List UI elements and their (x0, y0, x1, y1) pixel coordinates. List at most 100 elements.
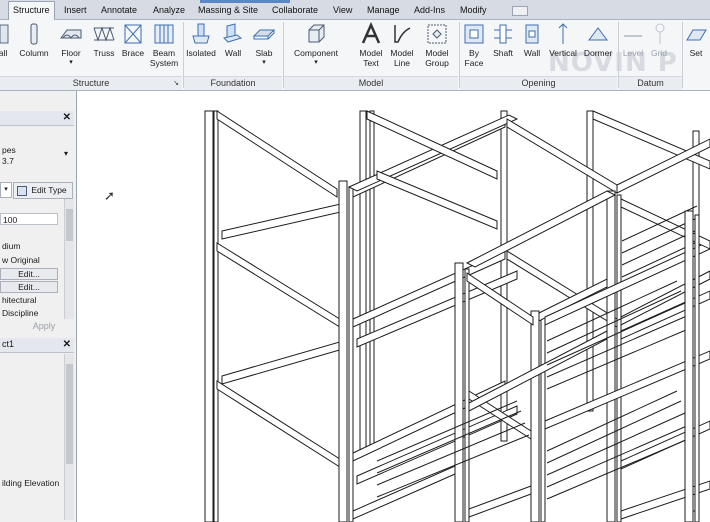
beam-system-button[interactable]: Beam System (147, 22, 181, 68)
model-text-icon (361, 22, 381, 44)
panel-model-label: Model (284, 76, 458, 90)
type-selector-line2: 3.7 (2, 156, 14, 166)
tab-insert[interactable]: Insert (60, 2, 91, 18)
model-line-button[interactable]: Model Line (388, 22, 416, 68)
model-line-label-2: Line (393, 58, 411, 68)
wall-label: all (0, 48, 8, 58)
by-face-label-2: Face (464, 58, 484, 68)
panel-separator (682, 22, 683, 88)
project-browser-header: ct1 ✕ (0, 338, 74, 353)
scrollbar-thumb[interactable] (66, 209, 73, 241)
component-button[interactable]: Component ▾ (288, 22, 344, 68)
tab-add-ins[interactable]: Add-Ins (410, 2, 449, 18)
edit-type-icon (17, 185, 27, 196)
floor-label: Floor (61, 48, 81, 58)
wall-icon (0, 24, 9, 44)
component-icon (308, 24, 325, 43)
model-group-icon (427, 24, 447, 44)
set-workplane-button[interactable]: Set (684, 22, 708, 58)
shaft-opening-button[interactable]: Shaft (490, 22, 516, 58)
column-label: Column (19, 48, 49, 58)
model-group-button[interactable]: Model Group (422, 22, 452, 68)
grid-button[interactable]: Grid (648, 22, 670, 58)
ribbon: NOVIN P all Column Floor ▾ Truss Brace B… (0, 20, 710, 91)
view-canvas[interactable]: ➚ (77, 91, 710, 522)
vertical-label: Vertical (549, 48, 577, 58)
level-button[interactable]: Level (620, 22, 646, 58)
slab-icon (252, 29, 276, 40)
visibility-graphics-edit-button[interactable]: Edit... (0, 268, 58, 280)
edit-type-button[interactable]: Edit Type (13, 182, 73, 199)
isolated-label: Isolated (186, 48, 216, 58)
panel-launcher-icon[interactable]: ↘ (173, 77, 179, 90)
model-group-label-1: Model (425, 48, 449, 58)
discipline-value[interactable]: hitectural (2, 295, 37, 305)
tab-annotate[interactable]: Annotate (97, 2, 141, 18)
wall-opening-label: Wall (523, 48, 541, 58)
left-pane: ✕ pes 3.7 ▾ ▾ Edit Type 100 dium w Origi… (0, 91, 77, 522)
model-line-icon (394, 25, 411, 43)
tab-collaborate[interactable]: Collaborate (268, 2, 322, 18)
ribbon-tab-bar: Structure Insert Annotate Analyze Massin… (0, 0, 710, 20)
close-icon[interactable]: ✕ (63, 112, 71, 123)
mouse-cursor-icon: ➚ (104, 188, 115, 203)
close-icon[interactable]: ✕ (63, 339, 71, 350)
tab-structure[interactable]: Structure (8, 1, 55, 20)
component-dropdown-icon[interactable]: ▾ (288, 58, 344, 68)
component-label: Component (294, 48, 338, 58)
tab-view[interactable]: View (329, 2, 356, 18)
type-selector-line1: pes (2, 145, 16, 155)
brace-button[interactable]: Brace (119, 22, 147, 58)
structural-frame-3d-view (204, 110, 710, 522)
opening-by-face-button[interactable]: By Face (461, 22, 487, 68)
grid-icon (655, 23, 665, 44)
scrollbar-thumb[interactable] (66, 364, 73, 464)
properties-header: ✕ (0, 111, 74, 126)
tab-modify[interactable]: Modify (456, 2, 491, 18)
project-browser-title: ct1 (2, 339, 15, 349)
panel-datum-label: Datum (619, 76, 682, 90)
model-group-label-2: Group (425, 58, 449, 68)
show-hidden-lines-value[interactable]: Discipline (2, 308, 38, 318)
isolated-button[interactable]: Isolated (184, 22, 218, 58)
brace-icon (124, 24, 142, 44)
vertical-opening-button[interactable]: Vertical (547, 22, 579, 58)
browser-scrollbar[interactable] (64, 354, 74, 520)
column-button[interactable]: Column (16, 22, 52, 58)
scale-input[interactable]: 100 (0, 213, 58, 225)
foundation-wall-button[interactable]: Wall (220, 22, 246, 58)
slab-button[interactable]: Slab ▾ (250, 22, 278, 68)
slab-dropdown-icon[interactable]: ▾ (250, 58, 278, 68)
tab-analyze[interactable]: Analyze (149, 2, 189, 18)
wall-button[interactable]: all (0, 22, 14, 58)
floor-button[interactable]: Floor ▾ (56, 22, 86, 68)
tab-massing-site[interactable]: Massing & Site (194, 2, 262, 18)
isolated-foundation-icon (192, 23, 210, 44)
floor-dropdown-icon[interactable]: ▾ (56, 58, 86, 68)
model-line-label-1: Model (390, 48, 414, 58)
parts-visibility-value[interactable]: w Original (2, 255, 40, 265)
quick-access-dropdown[interactable] (512, 6, 528, 16)
panel-structure-label: Structure ↘ (0, 76, 182, 90)
apply-button[interactable]: Apply (22, 319, 66, 333)
column-icon (30, 23, 38, 45)
tab-manage[interactable]: Manage (363, 2, 404, 18)
beam-system-label-1: Beam (152, 48, 176, 58)
level-label: Level (622, 48, 644, 58)
properties-scrollbar[interactable] (64, 199, 74, 319)
filter-dropdown[interactable]: ▾ (0, 182, 12, 198)
edit-type-label: Edit Type (31, 185, 67, 195)
graphic-display-edit-button[interactable]: Edit... (0, 281, 58, 293)
by-face-icon (464, 24, 484, 44)
beam-system-icon (154, 24, 174, 44)
detail-level-value[interactable]: dium (2, 241, 20, 251)
panel-foundation-label: Foundation (184, 76, 282, 90)
truss-button[interactable]: Truss (90, 22, 118, 58)
grid-label: Grid (650, 48, 668, 58)
type-selector-dropdown-icon[interactable]: ▾ (64, 149, 68, 158)
wall-opening-button[interactable]: Wall (519, 22, 545, 58)
dormer-opening-button[interactable]: Dormer (581, 22, 615, 58)
building-elevation-item[interactable]: ilding Elevation (2, 478, 59, 488)
model-text-button[interactable]: Model Text (357, 22, 385, 68)
foundation-wall-label: Wall (224, 48, 242, 58)
